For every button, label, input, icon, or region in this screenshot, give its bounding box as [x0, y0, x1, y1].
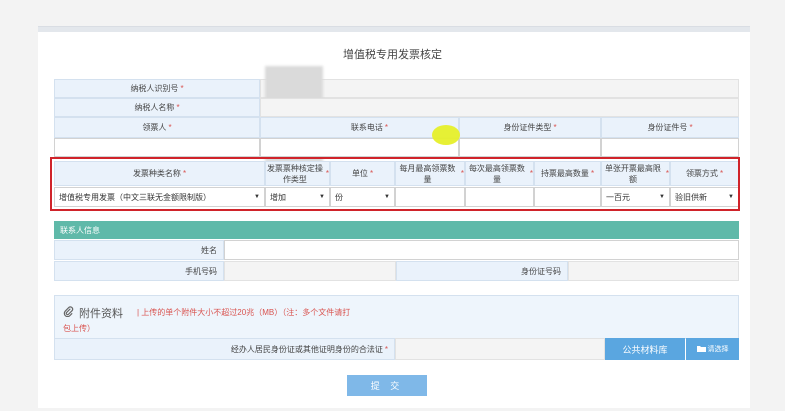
folder-icon	[696, 345, 706, 354]
attachments-panel: 附件资料 | 上传的单个附件大小不超过20兆（MB）（注：多个文件请打 包上传）	[54, 295, 739, 339]
page: 增值税专用发票核定 纳税人识别号 * 纳税人名称 * 领票人 * 联系电话 * 身份证件…	[0, 0, 785, 411]
taxpayer-id-label: 纳税人识别号 *	[54, 79, 260, 98]
proof-file-field[interactable]	[395, 338, 605, 360]
id-type-select[interactable]	[459, 138, 601, 157]
phone-input[interactable]	[260, 138, 459, 157]
highlight-box	[50, 157, 740, 211]
id-number-input[interactable]	[601, 138, 739, 157]
contact-id-label: 身份证号码	[396, 261, 568, 281]
id-number-label: 身份证件号 *	[601, 117, 739, 138]
attachment-note-cont: 包上传）	[63, 324, 95, 333]
phone-label: 联系电话 *	[260, 117, 459, 138]
receiver-input[interactable]	[54, 138, 260, 157]
mobile-label: 手机号码	[54, 261, 224, 281]
attachments-title: 附件资料	[63, 305, 123, 321]
proof-label: 经办人居民身份证或其他证明身份的合法证 *	[54, 338, 395, 360]
mobile-value	[224, 261, 396, 281]
receiver-label: 领票人 *	[54, 117, 260, 138]
pick-file-button[interactable]: 请选择	[686, 338, 739, 360]
attachment-note: | 上传的单个附件大小不超过20兆（MB）（注：多个文件请打	[137, 308, 351, 317]
contact-section-header: 联系人信息	[54, 221, 739, 239]
paperclip-icon	[63, 306, 75, 320]
page-title: 增值税专用发票核定	[343, 49, 442, 61]
taxpayer-name-label: 纳税人名称 *	[54, 98, 260, 117]
public-library-button[interactable]: 公共材料库	[605, 338, 685, 360]
contact-name-label: 姓名	[54, 240, 224, 260]
submit-button[interactable]: 提 交	[347, 375, 427, 396]
contact-name-input[interactable]	[224, 240, 739, 260]
taxpayer-name-value	[260, 98, 739, 117]
contact-id-value	[568, 261, 739, 281]
id-type-label: 身份证件类型 *	[459, 117, 601, 138]
cursor-highlight	[432, 125, 460, 145]
taxpayer-id-value	[260, 79, 739, 98]
